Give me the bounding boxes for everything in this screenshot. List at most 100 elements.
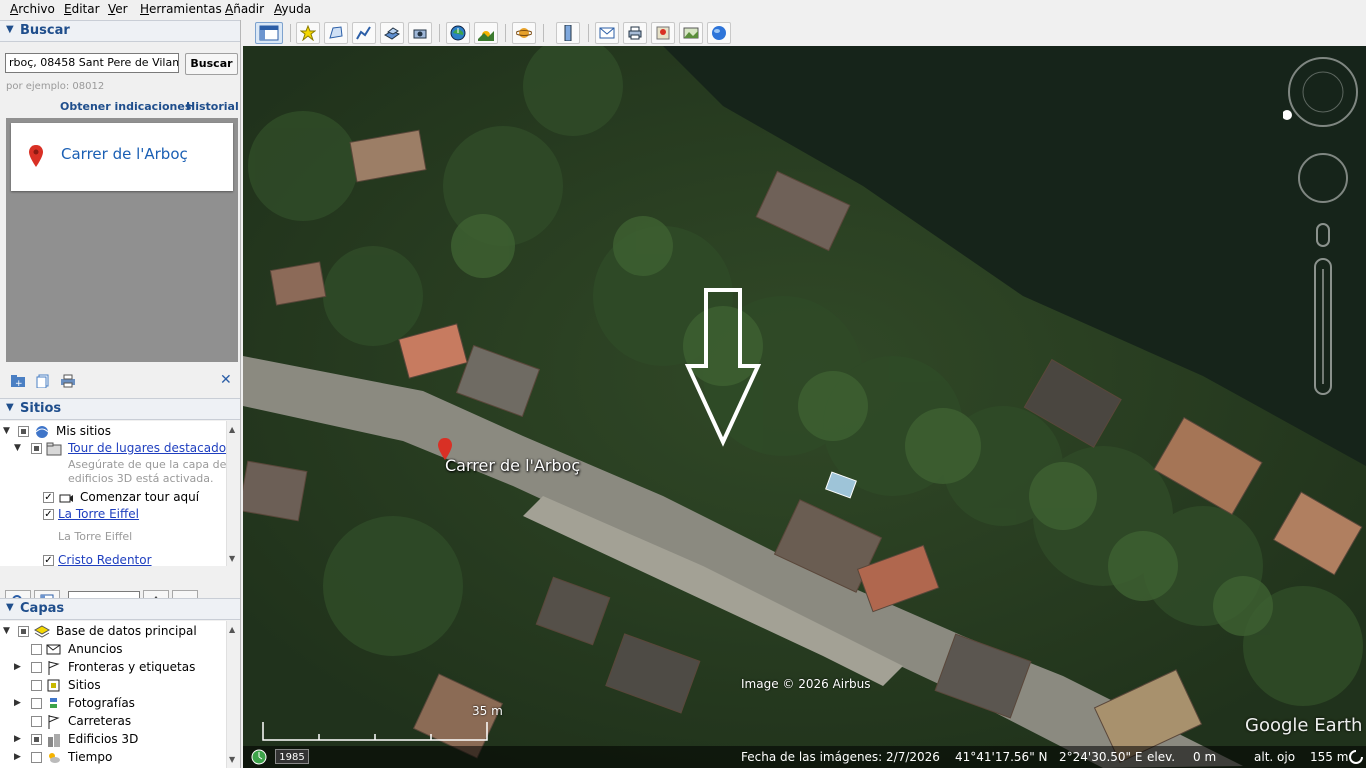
add-path-button[interactable] [352, 22, 376, 44]
year-badge[interactable]: 1985 [275, 749, 309, 764]
envelope-icon [599, 27, 615, 39]
look-ring-icon[interactable] [1288, 57, 1358, 127]
search-result-item[interactable]: Carrer de l'Arboç [11, 123, 233, 191]
layers-scrollbar[interactable]: ▲ ▼ [226, 621, 240, 768]
menu-ver[interactable]: Ver [108, 2, 128, 16]
tour-folder-icon [46, 442, 62, 456]
checkbox-my-places[interactable] [18, 426, 29, 437]
expand-icon[interactable]: ▼ [14, 443, 21, 453]
scroll-up-icon[interactable]: ▲ [229, 625, 235, 634]
north-reset-icon[interactable] [1283, 110, 1292, 120]
layer-row-ads[interactable]: Anuncios [0, 642, 227, 658]
checkbox-eiffel[interactable]: ✓ [43, 509, 54, 520]
search-button[interactable]: Buscar [185, 53, 238, 75]
places-scrollbar[interactable]: ▲ ▼ [226, 421, 240, 566]
record-tour-button[interactable] [408, 22, 432, 44]
checkbox-roads[interactable] [31, 716, 42, 727]
eiffel-link[interactable]: La Torre Eiffel [58, 507, 139, 521]
google-earth-logo: Google Earth [1245, 715, 1363, 736]
checkbox-ads[interactable] [31, 644, 42, 655]
copy-icon[interactable] [36, 374, 50, 388]
checkbox-weather[interactable] [31, 752, 42, 763]
navigation-controls[interactable] [1283, 54, 1363, 404]
map-view[interactable]: Carrer de l'Arboç Image © 2026 Airbus Go… [243, 46, 1366, 768]
expand-icon[interactable]: ▼ [3, 626, 10, 636]
print-icon[interactable] [60, 374, 76, 388]
checkbox-start-tour[interactable]: ✓ [43, 492, 54, 503]
layer-row-roads[interactable]: Carreteras [0, 714, 227, 730]
expand-icon[interactable]: ▶ [14, 698, 21, 708]
ruler-button[interactable] [556, 22, 580, 44]
checkbox-borders[interactable] [31, 662, 42, 673]
email-button[interactable] [595, 22, 619, 44]
tour-link[interactable]: Tour de lugares destacados [68, 441, 232, 455]
menu-bar: Archivo Editar Ver Herramientas Añadir A… [0, 0, 1366, 20]
menu-archivo[interactable]: Archivo [10, 2, 55, 16]
layer-row-main-db[interactable]: ▼ Base de datos principal [0, 624, 227, 640]
layer-row-places[interactable]: Sitios [0, 678, 227, 694]
historical-imagery-button[interactable] [446, 22, 470, 44]
menu-herramientas[interactable]: Herramientas [140, 2, 222, 16]
search-input[interactable]: rboç, 08458 Sant Pere de Vilamajor [5, 53, 179, 73]
history-link[interactable]: Historial [186, 100, 239, 113]
expand-icon[interactable]: ▶ [14, 734, 21, 744]
menu-editar[interactable]: Editar [64, 2, 100, 16]
cristo-link[interactable]: Cristo Redentor [58, 553, 152, 566]
close-icon[interactable]: ✕ [220, 372, 232, 388]
street-view-icon[interactable] [1316, 223, 1330, 247]
historical-imagery-icon[interactable] [251, 749, 267, 765]
layers-header[interactable]: ▼ Capas [0, 598, 240, 620]
add-polygon-button[interactable] [324, 22, 348, 44]
image-overlay-button[interactable] [380, 22, 404, 44]
sunlight-button[interactable] [474, 22, 498, 44]
tree-row-start-tour[interactable]: ✓ Comenzar tour aquí [0, 490, 227, 506]
layer-row-3d-buildings[interactable]: ▶ Edificios 3D [0, 732, 227, 748]
tree-row-eiffel[interactable]: ✓ La Torre Eiffel [0, 507, 227, 523]
clock-globe-icon [450, 25, 466, 41]
expand-icon[interactable]: ▶ [14, 752, 21, 762]
expand-icon[interactable]: ▼ [3, 426, 10, 436]
places-tree: ▼ Mis sitios ▼ Tour de lugares destacado… [0, 421, 240, 566]
scroll-down-icon[interactable]: ▼ [229, 755, 235, 764]
collapse-triangle-icon: ▼ [6, 602, 14, 613]
layer-row-photos[interactable]: ▶ Fotografías [0, 696, 227, 712]
tour-description-line-1: Asegúrate de que la capa de [68, 458, 227, 471]
tree-row-my-places[interactable]: ▼ Mis sitios [0, 424, 227, 440]
layer-row-weather[interactable]: ▶ Tiempo [0, 750, 227, 766]
view-in-maps-button[interactable] [651, 22, 675, 44]
menu-anadir[interactable]: Añadir [225, 2, 264, 16]
print-button[interactable] [623, 22, 647, 44]
eiffel-description: La Torre Eiffel [58, 530, 133, 543]
save-image-button[interactable] [679, 22, 703, 44]
checkbox-tour[interactable] [31, 443, 42, 454]
places-header[interactable]: ▼ Sitios [0, 398, 240, 420]
folder-add-icon[interactable]: + [10, 374, 26, 388]
layer-row-borders[interactable]: ▶ Fronteras y etiquetas [0, 660, 227, 676]
expand-icon[interactable]: ▶ [14, 662, 21, 672]
checkbox-main-db[interactable] [18, 626, 29, 637]
checkbox-cristo[interactable]: ✓ [43, 555, 54, 566]
layers-tree: ▼ Base de datos principal Anuncios ▶ Fro… [0, 621, 240, 768]
tree-row-cristo[interactable]: ✓ Cristo Redentor [0, 553, 227, 566]
move-ring-icon[interactable] [1298, 153, 1348, 203]
placemark-label[interactable]: Carrer de l'Arboç [445, 456, 580, 475]
earth-gallery-button[interactable] [707, 22, 731, 44]
layer-label: Carreteras [68, 714, 132, 728]
collapse-triangle-icon: ▼ [6, 24, 14, 35]
tree-row-tour[interactable]: ▼ Tour de lugares destacados [0, 441, 232, 457]
menu-ayuda[interactable]: Ayuda [274, 2, 311, 16]
sidebar-toggle-button[interactable] [255, 22, 283, 44]
search-header[interactable]: ▼ Buscar [0, 20, 240, 42]
directions-link[interactable]: Obtener indicaciones [60, 100, 191, 113]
add-placemark-button[interactable] [296, 22, 320, 44]
checkbox-photos[interactable] [31, 698, 42, 709]
switch-planet-button[interactable] [512, 22, 536, 44]
scroll-down-icon[interactable]: ▼ [229, 554, 235, 563]
checkbox-3d-buildings[interactable] [31, 734, 42, 745]
tour-description-line-2: edificios 3D está activada. [68, 472, 214, 485]
checkbox-places[interactable] [31, 680, 42, 691]
my-places-label: Mis sitios [56, 424, 111, 438]
collapse-triangle-icon: ▼ [6, 402, 14, 413]
scroll-up-icon[interactable]: ▲ [229, 425, 235, 434]
image-icon [683, 27, 699, 39]
